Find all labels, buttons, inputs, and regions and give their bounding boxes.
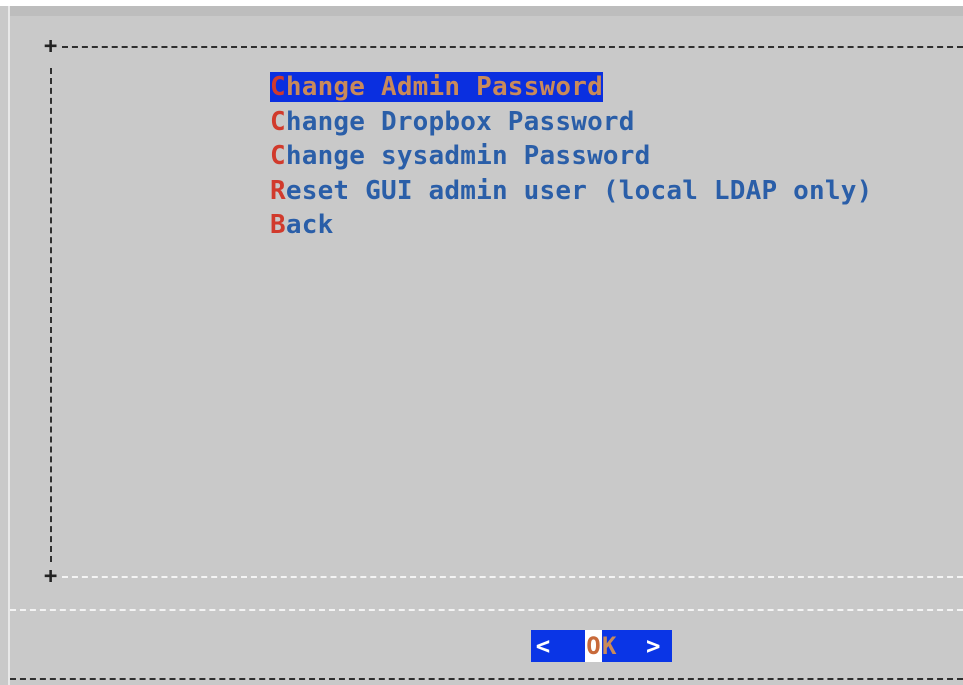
box-corner-bottom-left: + [44, 564, 58, 589]
menu-item-hotkey: C [270, 106, 286, 137]
top-shade [10, 6, 963, 16]
menu-list: Change Admin Password Change Dropbox Pas… [270, 70, 872, 243]
ok-button-label: K [602, 632, 617, 660]
dialog-bottom-border [10, 678, 963, 680]
menu-item-change-admin-password[interactable]: Change Admin Password [270, 70, 872, 105]
box-bottom-border [62, 576, 963, 578]
menu-item-label-wrap: Change Admin Password [270, 72, 603, 102]
ok-button-right-bracket: > [646, 632, 661, 660]
box-left-border [50, 68, 52, 562]
menu-item-change-dropbox-password[interactable]: Change Dropbox Password [270, 105, 872, 140]
menu-item-reset-gui-admin-user[interactable]: Reset GUI admin user (local LDAP only) [270, 174, 872, 209]
ok-button-spacer [620, 630, 646, 662]
menu-item-hotkey: R [270, 175, 286, 206]
menu-item-label: eset GUI admin user (local LDAP only) [285, 175, 873, 206]
dialog: + + Change Admin Password Change Dropbox… [0, 0, 963, 685]
menu-item-label: ack [285, 210, 334, 240]
ok-button[interactable]: < O K > [531, 630, 672, 662]
menu-item-hotkey: C [270, 141, 286, 171]
menu-item-label: hange Admin Password [285, 72, 603, 102]
button-bar: < O K > [531, 630, 672, 662]
menu-item-label: hange Dropbox Password [285, 106, 635, 137]
menu-item-hotkey: B [270, 210, 286, 240]
menu-item-label: hange sysadmin Password [285, 141, 651, 171]
box-top-border [62, 46, 963, 48]
menu-item-back[interactable]: Back [270, 208, 872, 243]
menu-item-hotkey: C [270, 72, 286, 102]
box-corner-top-left: + [44, 34, 58, 59]
left-edge [8, 6, 10, 685]
menu-item-change-sysadmin-password[interactable]: Change sysadmin Password [270, 139, 872, 174]
ok-button-hotkey: O [585, 630, 602, 662]
ok-button-spacer [555, 630, 585, 662]
button-separator [10, 609, 963, 611]
ok-button-left-bracket: < [535, 632, 551, 660]
